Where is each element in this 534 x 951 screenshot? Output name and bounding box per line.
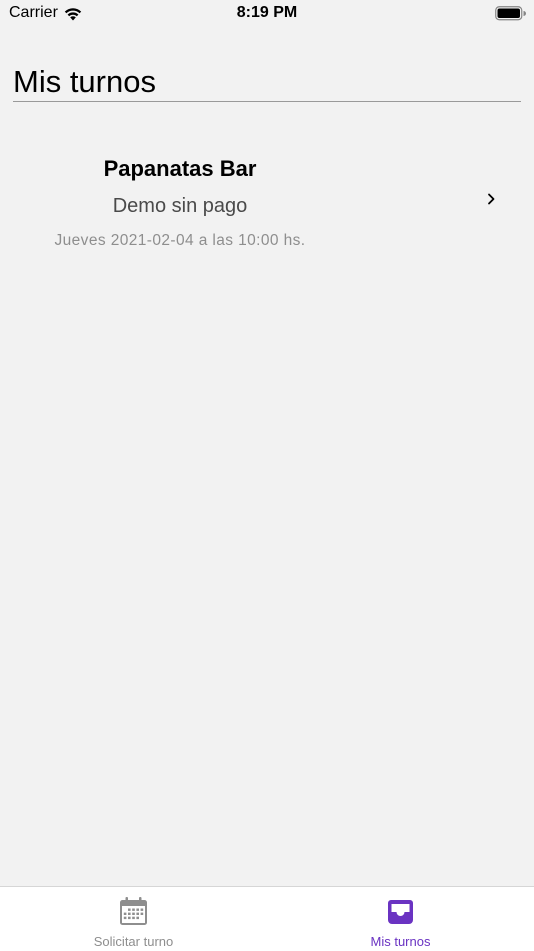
tab-bar: Solicitar turno Mis turnos bbox=[0, 886, 534, 951]
title-divider bbox=[13, 101, 521, 102]
tab-mis-turnos[interactable]: Mis turnos bbox=[267, 887, 534, 951]
tab-solicitar-turno[interactable]: Solicitar turno bbox=[0, 887, 267, 951]
status-bar: Carrier 8:19 PM bbox=[0, 0, 534, 30]
venue-name: Papanatas Bar bbox=[103, 156, 257, 181]
chevron-right-icon bbox=[486, 192, 496, 206]
tab-label-mis-turnos: Mis turnos bbox=[370, 934, 431, 949]
battery-icon bbox=[495, 6, 526, 21]
page-title: Mis turnos bbox=[13, 64, 156, 99]
tab-label-solicitar-turno: Solicitar turno bbox=[93, 934, 174, 949]
appointment-date: Jueves 2021-02-04 a las 10:00 hs. bbox=[54, 232, 306, 249]
appointment-description: Demo sin pago bbox=[112, 195, 248, 217]
calendar-icon bbox=[118, 896, 149, 927]
appointment-row[interactable]: Papanatas Bar Demo sin pago Jueves 2021-… bbox=[0, 140, 534, 260]
inbox-tray-icon bbox=[385, 896, 416, 927]
status-time: 8:19 PM bbox=[236, 4, 298, 21]
